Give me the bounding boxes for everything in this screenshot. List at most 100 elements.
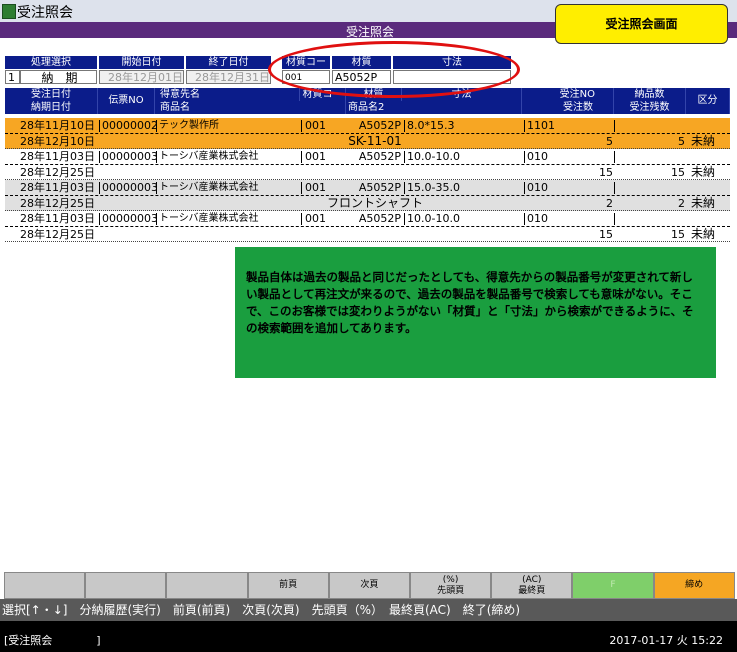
clock: 2017-01-17 火 15:22 [609, 634, 723, 647]
cell-size: 10.0-10.0 [407, 212, 460, 225]
cell-due-date: 28年12月25日 [20, 166, 95, 179]
fkey-2[interactable] [85, 572, 167, 599]
fkey-6[interactable]: (%) 先頭頁 [410, 572, 492, 599]
fkey-5[interactable]: 次頁 [328, 572, 410, 599]
cell-status: 未納 [691, 165, 716, 179]
cell-customer: トーシバ産業株式会社 [159, 213, 259, 224]
col-size: 寸法 [402, 88, 522, 101]
cell-status: 未納 [691, 196, 716, 210]
col-slip-no: 伝票NO [98, 88, 155, 114]
col-order-no: 受注NO [522, 88, 614, 101]
cell-separator [524, 182, 525, 194]
cell-remaining: 15 [671, 166, 685, 179]
col-due-date: 納期日付 [5, 101, 98, 114]
filter-header-start-date: 開始日付 [99, 56, 184, 69]
cell-qty: 15 [599, 228, 613, 241]
cell-separator [524, 120, 525, 132]
cell-due-date: 28年12月10日 [20, 135, 95, 148]
cell-size: 8.0*15.3 [407, 119, 455, 132]
col-delivered-qty: 納品数 [614, 88, 686, 101]
window-title: 受注照会 [17, 5, 73, 21]
fkey-1[interactable] [4, 572, 86, 599]
cell-material-code: 001 [305, 181, 326, 194]
status-gap [0, 621, 737, 630]
cell-separator [301, 182, 302, 194]
bottom-bar: [受注照会 ] 2017-01-17 火 15:22 [0, 630, 737, 652]
function-key-bar: 前頁 次頁 (%) 先頭頁 (AC) 最終頁 F 締め [4, 572, 735, 599]
cell-separator [614, 151, 615, 163]
cell-remaining: 5 [678, 135, 685, 148]
cell-separator [404, 120, 405, 132]
col-material-code: 材質コード [300, 88, 346, 113]
cell-separator [156, 120, 157, 132]
mode-label-field[interactable]: 納 期 [20, 70, 97, 85]
cell-separator [99, 120, 100, 132]
cell-separator [99, 182, 100, 194]
bottom-screen-label: [受注照会 ] [4, 634, 101, 647]
cell-order-no: 1101 [527, 119, 555, 132]
cell-product2 [305, 165, 445, 180]
col-product-name2: 商品名2 [346, 101, 522, 114]
row-divider [5, 195, 730, 196]
cell-separator [301, 151, 302, 163]
col-order-date: 受注日付 [5, 88, 98, 101]
col-material: 材質 [346, 88, 402, 101]
cell-material-code: 001 [305, 119, 326, 132]
col-customer: 得意先名 [155, 88, 300, 101]
cell-separator [404, 213, 405, 225]
cell-separator [156, 213, 157, 225]
fkey-8[interactable]: F [572, 572, 654, 599]
fkey-3[interactable] [166, 572, 248, 599]
cell-remaining: 15 [671, 228, 685, 241]
material-field[interactable]: A5052P [332, 70, 391, 84]
cell-separator [301, 120, 302, 132]
fkey-4[interactable]: 前頁 [247, 572, 329, 599]
cell-order-date: 28年11月03日 [20, 181, 95, 194]
cell-customer: トーシバ産業株式会社 [159, 182, 259, 193]
start-date-field[interactable]: 28年12月01日 [99, 70, 184, 84]
cell-size: 10.0-10.0 [407, 150, 460, 163]
cell-due-date: 28年12月25日 [20, 228, 95, 241]
row-divider [5, 226, 730, 227]
cell-material: A5052P [358, 119, 401, 132]
app-icon [2, 4, 16, 19]
cell-status: 未納 [691, 227, 716, 241]
cell-product2 [305, 227, 445, 242]
cell-product2: フロントシャフト [326, 196, 423, 210]
row-divider [5, 133, 730, 134]
cell-separator [99, 213, 100, 225]
size-field[interactable] [393, 70, 511, 84]
filter-header-material-code: 材質コード [282, 56, 330, 81]
col-remaining-qty: 受注残数 [614, 101, 686, 114]
cell-order-no: 010 [527, 150, 548, 163]
cell-customer: テック製作所 [159, 120, 219, 131]
cell-slip-no: 00000002 [102, 119, 157, 132]
cell-material: A5052P [358, 150, 401, 163]
cell-separator [614, 120, 615, 132]
cell-customer: トーシバ産業株式会社 [159, 151, 259, 162]
status-line: 選択[↑・↓] 分納履歴(実行) 前頁(前頁) 次頁(次頁) 先頭頁（%） 最終… [0, 599, 737, 621]
cell-separator [524, 213, 525, 225]
fkey-7[interactable]: (AC) 最終頁 [491, 572, 573, 599]
fkey-9[interactable]: 締め [653, 572, 735, 599]
cell-material: A5052P [358, 212, 401, 225]
filter-header-mode: 処理選択 [5, 56, 97, 69]
cell-separator [301, 213, 302, 225]
cell-separator [404, 151, 405, 163]
col-category: 区分 [686, 88, 730, 114]
cell-slip-no: 00000003 [102, 150, 157, 163]
cell-separator [404, 182, 405, 194]
mode-code-field[interactable]: 1 [5, 70, 20, 84]
material-code-field[interactable]: 001 [282, 70, 330, 84]
filter-header-material: 材質 [332, 56, 391, 69]
cell-slip-no: 00000003 [102, 212, 157, 225]
filter-header-end-date: 終了日付 [186, 56, 271, 69]
cell-material-code: 001 [305, 212, 326, 225]
cell-order-date: 28年11月03日 [20, 212, 95, 225]
cell-product2: SK-11-01 [348, 134, 402, 148]
cell-order-date: 28年11月03日 [20, 150, 95, 163]
cell-status: 未納 [691, 134, 716, 148]
filter-header-size: 寸法 [393, 56, 511, 69]
end-date-field[interactable]: 28年12月31日 [186, 70, 271, 84]
cell-separator [99, 151, 100, 163]
